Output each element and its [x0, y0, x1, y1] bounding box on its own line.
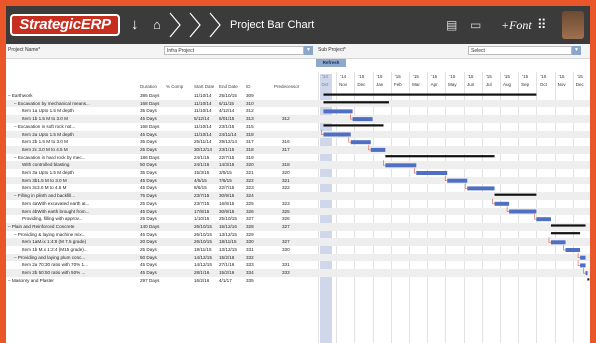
dependency-connector — [382, 160, 386, 166]
summary-bar[interactable] — [587, 278, 590, 281]
dependency-connector — [534, 214, 537, 220]
task-bar[interactable] — [447, 178, 468, 183]
task-bar[interactable] — [385, 163, 417, 168]
task-bar[interactable] — [585, 271, 588, 276]
dependency-connector — [348, 137, 351, 143]
task-bar[interactable] — [323, 132, 351, 137]
task-bar[interactable] — [536, 217, 551, 222]
dependency-connector — [321, 129, 324, 135]
summary-bar[interactable] — [323, 124, 384, 127]
summary-bar[interactable] — [323, 93, 537, 96]
app-frame: StrategicERP ↓ ⌂ Project Bar Chart ▤ ▭ +… — [6, 6, 590, 343]
task-bar[interactable] — [580, 263, 586, 268]
task-bar[interactable] — [352, 117, 373, 122]
dependency-connector — [577, 260, 581, 266]
dependency-connector — [464, 183, 468, 189]
summary-bar[interactable] — [550, 232, 581, 235]
task-bar[interactable] — [416, 171, 448, 175]
summary-bar[interactable] — [385, 155, 495, 158]
task-bar[interactable] — [494, 201, 510, 206]
dependency-connector — [577, 252, 581, 259]
summary-bar[interactable] — [494, 193, 537, 196]
task-bar[interactable] — [580, 255, 586, 260]
task-bar[interactable] — [509, 209, 537, 214]
dependency-connector — [548, 237, 551, 243]
gantt-bars — [321, 93, 590, 281]
dependency-connector — [444, 175, 448, 182]
task-bar[interactable] — [370, 147, 386, 152]
summary-bar[interactable] — [323, 101, 389, 104]
dependency-connector — [350, 114, 353, 120]
task-bar[interactable] — [350, 140, 371, 145]
task-bar[interactable] — [550, 240, 566, 245]
dependency-connector — [506, 206, 510, 212]
dependency-connector — [583, 268, 586, 274]
dependency-connector — [413, 168, 417, 174]
summary-bar[interactable] — [550, 224, 586, 227]
dependency-connector — [492, 198, 495, 205]
task-bar[interactable] — [565, 248, 581, 252]
task-bar[interactable] — [323, 109, 353, 114]
dependency-connector — [563, 245, 566, 251]
task-bar[interactable] — [467, 186, 495, 191]
dependency-connector — [368, 144, 371, 151]
